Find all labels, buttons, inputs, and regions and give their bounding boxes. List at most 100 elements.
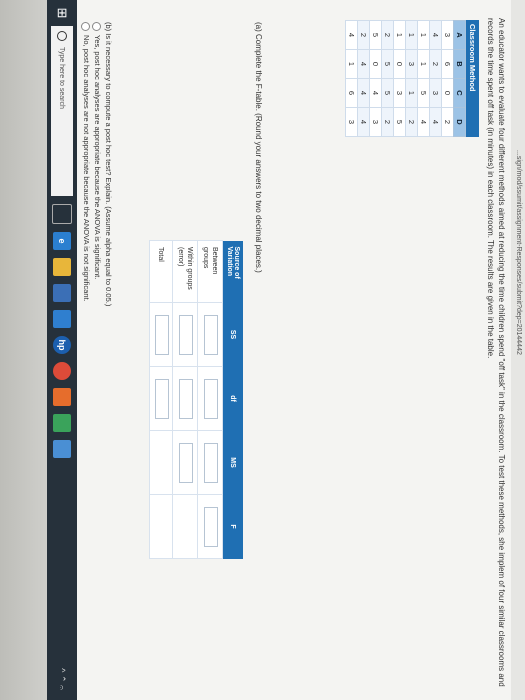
table-cell: 5 [393, 107, 406, 137]
table-cell: 6 [345, 78, 358, 108]
header-source: Source of Variation [222, 240, 243, 303]
table-cell: 5 [369, 20, 382, 50]
screen: ...sign/mod/ssumit/assignment-Responses/… [0, 0, 525, 700]
address-bar[interactable]: ...sign/mod/ssumit/assignment-Responses/… [511, 0, 525, 700]
ms-within-input[interactable] [179, 442, 193, 483]
table-cell: 4 [357, 78, 370, 108]
table-cell: 4 [429, 107, 442, 137]
app-icon-orange[interactable] [53, 388, 71, 406]
table-cell: 5 [381, 49, 394, 79]
tray-icons: ^ ⌃ 𝄐 [57, 668, 68, 690]
app-icon-blue[interactable] [53, 440, 71, 458]
ss-within-input[interactable] [179, 314, 193, 355]
df-total-input[interactable] [155, 378, 169, 419]
table-cell: 4 [369, 78, 382, 108]
table-cell: 2 [381, 20, 394, 50]
edge-icon[interactable]: e [53, 232, 71, 250]
table-cell: 3 [405, 49, 418, 79]
table-cell: 3 [393, 78, 406, 108]
file-explorer-icon[interactable] [53, 258, 71, 276]
taskbar-search[interactable]: Type here to search [51, 26, 73, 196]
table-cell: 1 [405, 20, 418, 50]
table-cell: 3 [429, 78, 442, 108]
start-button[interactable]: ⊞ [47, 0, 77, 26]
table-row: 3602 [441, 20, 454, 137]
table-cell: 4 [417, 107, 430, 137]
table-cell: 1 [417, 20, 430, 50]
column-header-b: B [453, 49, 466, 79]
table-row: 1312 [405, 20, 418, 137]
table-cell: 1 [345, 49, 358, 79]
monitor-bezel [0, 0, 47, 700]
table-cell: 2 [405, 107, 418, 137]
radio-button-no[interactable] [81, 22, 91, 31]
app-icon-green[interactable] [53, 414, 71, 432]
table-cell: 4 [357, 49, 370, 79]
mail-icon[interactable] [53, 310, 71, 328]
part-b: (b) Is it necessary to compute a post ho… [81, 22, 113, 442]
f-row-total: Total [149, 240, 173, 559]
search-icon [57, 31, 67, 41]
table-cell: 2 [357, 20, 370, 50]
table-cell: 0 [393, 49, 406, 79]
radio-button-yes[interactable] [92, 22, 102, 31]
table-cell: 1 [417, 49, 430, 79]
table-cell: 0 [441, 78, 454, 108]
ss-total-input[interactable] [155, 314, 169, 355]
table-cell: 6 [441, 49, 454, 79]
header-df: df [222, 366, 243, 431]
chrome-icon[interactable] [53, 362, 71, 380]
row-label: Total [149, 240, 173, 303]
part-a-prompt: (a) Complete the F-table. (Round your an… [254, 22, 263, 273]
table-cell: 3 [345, 107, 358, 137]
table-cell: 5 [417, 78, 430, 108]
ms-between-input[interactable] [204, 442, 218, 483]
f-table: Source of Variation SS df MS F Between g… [149, 240, 243, 559]
windows-logo-icon: ⊞ [55, 7, 70, 19]
table-cell: 3 [441, 20, 454, 50]
f-row-within: Within groups (error) [172, 240, 198, 559]
table-row: 5043 [369, 20, 382, 137]
column-header-a: A [453, 20, 466, 50]
table-row: 2444 [357, 20, 370, 137]
table-cell: 3 [369, 107, 382, 137]
ss-between-input[interactable] [204, 314, 218, 355]
header-f: F [222, 494, 243, 559]
search-placeholder: Type here to search [58, 47, 66, 109]
header-ms: MS [222, 430, 243, 495]
column-header-c: C [453, 78, 466, 108]
table-row: 4234 [429, 20, 442, 137]
table-cell: 2 [429, 49, 442, 79]
table-cell: 4 [357, 107, 370, 137]
option-yes-label: Yes, post hoc analyses are appropriate b… [93, 35, 102, 280]
f-row-between: Between groups [197, 240, 223, 559]
classroom-method-table: Classroom Method A B C D 360242341154131… [345, 20, 479, 137]
windows-taskbar: ⊞ Type here to search e hp ^ ⌃ 𝄐 [47, 0, 77, 700]
table-title: Classroom Method [466, 20, 479, 137]
table-cell: 2 [381, 107, 394, 137]
df-within-input[interactable] [179, 378, 193, 419]
row-label: Between groups [197, 240, 223, 303]
table-cell: 2 [441, 107, 454, 137]
task-view-icon[interactable] [52, 204, 72, 224]
table-row: 4163 [345, 20, 358, 137]
df-between-input[interactable] [204, 378, 218, 419]
table-cell: 1 [405, 78, 418, 108]
table-row: 1154 [417, 20, 430, 137]
option-no[interactable]: No, post hoc analyses are not appropriat… [81, 22, 91, 442]
table-cell: 4 [345, 20, 358, 50]
row-label: Within groups (error) [172, 240, 198, 303]
column-header-d: D [453, 107, 466, 137]
store-icon[interactable] [53, 284, 71, 302]
option-no-label: No, post hoc analyses are not appropriat… [82, 35, 91, 302]
f-between-input[interactable] [204, 506, 218, 547]
question-intro: An educator wants to evaluate four diffe… [486, 18, 506, 687]
option-yes[interactable]: Yes, post hoc analyses are appropriate b… [92, 22, 102, 442]
table-cell: 1 [393, 20, 406, 50]
table-row: 2552 [381, 20, 394, 137]
table-cell: 5 [381, 78, 394, 108]
header-ss: SS [222, 302, 243, 367]
table-row: 1035 [393, 20, 406, 137]
system-tray[interactable]: ^ ⌃ 𝄐 [57, 668, 68, 700]
hp-icon[interactable]: hp [53, 336, 71, 354]
